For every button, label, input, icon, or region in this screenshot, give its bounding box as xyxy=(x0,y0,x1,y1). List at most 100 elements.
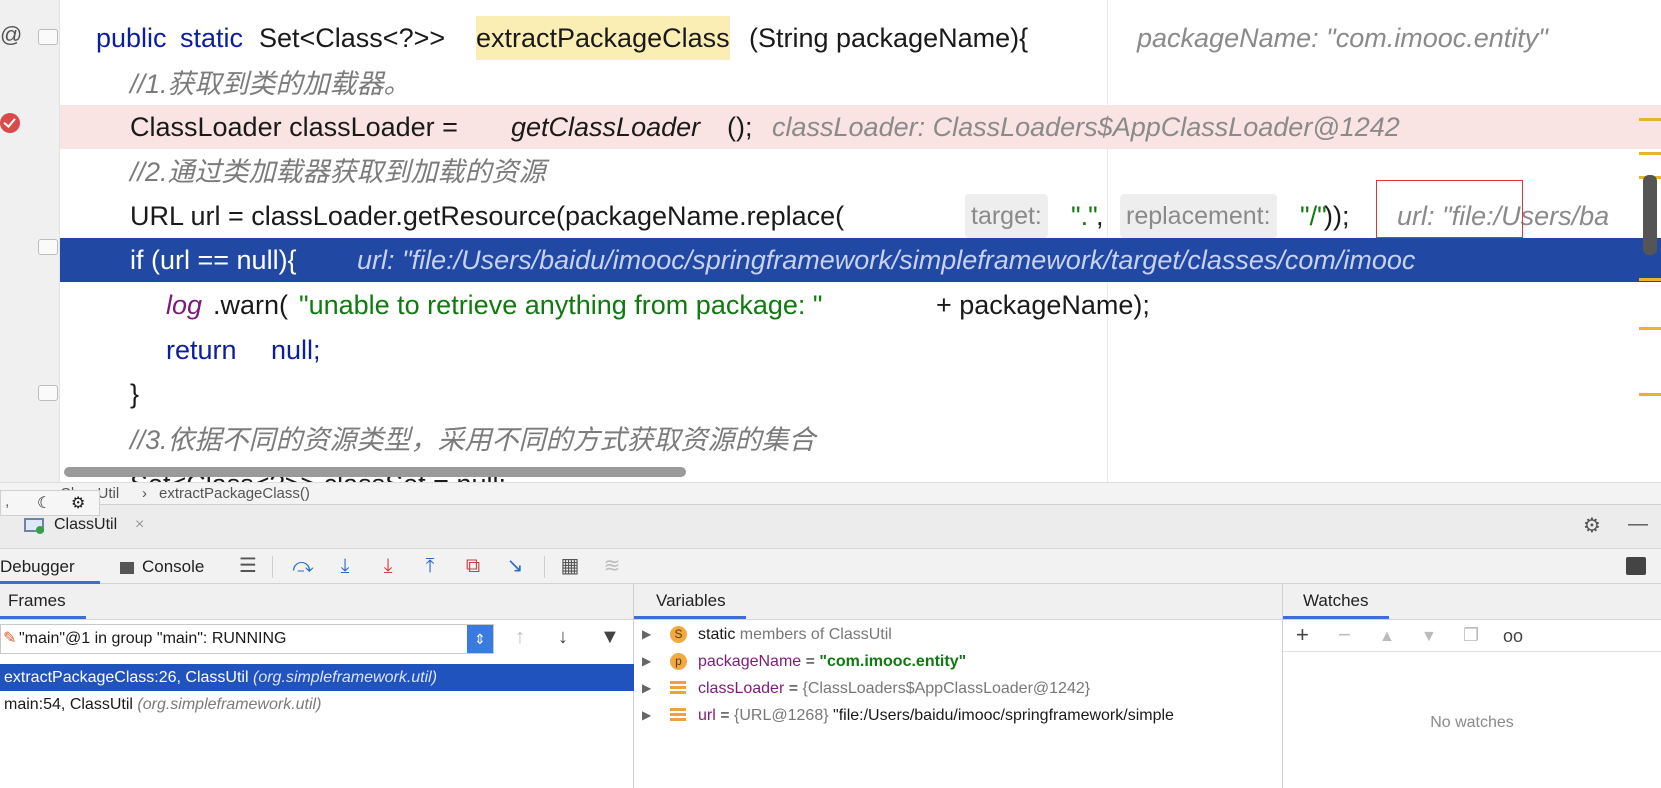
expand-triangle-icon[interactable]: ▶ xyxy=(642,621,651,648)
frame-method: main:54, ClassUtil xyxy=(4,696,133,713)
move-up-icon[interactable]: ▲ xyxy=(1379,628,1395,646)
variable-row[interactable]: ▶ url = {URL@1268} "file:/Users/baidu/im… xyxy=(634,702,1283,729)
moon-icon[interactable]: ☾ xyxy=(37,493,51,513)
variable-row[interactable]: ▶ p packageName = "com.imooc.entity" xyxy=(634,648,1283,675)
run-to-cursor-icon[interactable]: ↘ xyxy=(502,553,528,579)
copy-icon[interactable]: ❐ xyxy=(1463,625,1479,646)
gear-icon[interactable]: ⚙ xyxy=(71,493,85,513)
return-type: Set<Class<?>> xyxy=(259,23,446,53)
code-line-method-signature[interactable]: public static Set<Class<?>> extractPacka… xyxy=(60,16,1661,60)
code-line-current-execution[interactable]: if (url == null){ url: "file:/Users/baid… xyxy=(60,238,1661,282)
filter-icon[interactable]: ▼ xyxy=(600,626,620,649)
keyword: return xyxy=(166,335,237,365)
fold-marker-icon[interactable] xyxy=(38,29,58,45)
variable-text: static members of ClassUtil xyxy=(698,626,892,643)
string-literal: "/" xyxy=(1300,201,1327,231)
debug-toolbar: Debugger Console ☰ ⤼ ⤓ ⤓ ⤒ ⧉ ↘ ▦ ≋ xyxy=(0,548,1661,584)
code-text: + packageName); xyxy=(936,290,1150,320)
inline-debug-value: packageName: "com.imooc.entity" xyxy=(1137,23,1548,53)
inline-debug-value: classLoader: ClassLoaders$AppClassLoader… xyxy=(772,112,1400,142)
error-stripe-mark[interactable] xyxy=(1639,278,1661,281)
run-config-icon xyxy=(24,518,44,534)
code-text: URL url = classLoader.getResource(packag… xyxy=(130,201,845,231)
code-text: )); xyxy=(1324,201,1350,231)
gear-icon[interactable]: ⚙ xyxy=(1583,513,1601,538)
step-over-icon[interactable]: ⤼ xyxy=(290,553,316,579)
variable-text: classLoader = {ClassLoaders$AppClassLoad… xyxy=(698,680,1091,697)
editor-gutter[interactable]: @ xyxy=(0,0,60,482)
glasses-icon[interactable]: oo xyxy=(1503,626,1523,647)
variable-text: packageName = "com.imooc.entity" xyxy=(698,653,967,670)
error-stripe-mark[interactable] xyxy=(1639,118,1661,121)
code-editor[interactable]: @ public static Set<Class<?>> extractPac… xyxy=(0,0,1661,482)
code-text: if (url == null){ xyxy=(130,245,297,275)
evaluate-expression-icon[interactable]: ▦ xyxy=(557,553,583,579)
tab-debugger[interactable]: Debugger xyxy=(0,549,100,584)
code-comment: //2.通过类加载器获取到加载的资源 xyxy=(130,157,546,187)
variable-text: url = {URL@1268} "file:/Users/baidu/imoo… xyxy=(698,707,1174,724)
expand-triangle-icon[interactable]: ▶ xyxy=(642,675,651,702)
variable-row[interactable]: ▶ S static members of ClassUtil xyxy=(634,621,1283,648)
expand-triangle-icon[interactable]: ▶ xyxy=(642,648,651,675)
arrow-down-icon[interactable]: ↓ xyxy=(558,626,568,649)
fold-marker-icon[interactable] xyxy=(38,239,58,255)
code-comment: //3.依据不同的资源类型，采用不同的方式获取资源的集合 xyxy=(130,425,816,455)
frame-item[interactable]: main:54, ClassUtil (org.simpleframework.… xyxy=(0,691,634,718)
vertical-scrollbar[interactable] xyxy=(1643,175,1657,255)
add-icon[interactable]: + xyxy=(1296,622,1309,648)
breadcrumb: ClassUtil › extractPackageClass() xyxy=(0,482,1661,504)
move-down-icon[interactable]: ▼ xyxy=(1421,628,1437,646)
code-line-return[interactable]: return null; xyxy=(60,328,1661,372)
tab-console[interactable]: Console xyxy=(120,549,204,584)
variable-row[interactable]: ▶ classLoader = {ClassLoaders$AppClassLo… xyxy=(634,675,1283,702)
console-icon xyxy=(120,561,134,574)
field-icon xyxy=(670,681,686,695)
annotation-highlight-box xyxy=(1376,180,1523,238)
code-line-close-brace[interactable]: } xyxy=(60,372,1661,416)
code-text: (); xyxy=(727,112,753,142)
variables-panel-title: Variables xyxy=(634,584,746,619)
code-line-comment[interactable]: //1.获取到类的加载器。 xyxy=(60,62,1661,106)
remove-icon[interactable]: − xyxy=(1338,622,1351,648)
menu-icon[interactable]: ☰ xyxy=(235,553,261,579)
arrow-up-icon[interactable]: ↑ xyxy=(515,626,525,649)
frame-item[interactable]: extractPackageClass:26, ClassUtil (org.s… xyxy=(0,664,634,691)
thread-selector[interactable]: ✎ "main"@1 in group "main": RUNNING ⇕ xyxy=(0,624,494,654)
frames-panel-title: Frames xyxy=(0,584,86,619)
toolbar-separator xyxy=(544,556,545,578)
fold-marker-icon[interactable] xyxy=(38,385,58,401)
no-watches-message: No watches xyxy=(1430,714,1514,731)
code-text: } xyxy=(130,379,140,409)
frames-panel-header: Frames xyxy=(0,584,633,620)
step-into-icon[interactable]: ⤓ xyxy=(332,553,358,579)
frames-panel: Frames ✎ "main"@1 in group "main": RUNNI… xyxy=(0,584,634,788)
horizontal-scrollbar[interactable] xyxy=(64,467,686,477)
code-line-log-warn[interactable]: log .warn( "unable to retrieve anything … xyxy=(60,283,1661,327)
parameter-badge-icon: p xyxy=(670,653,687,670)
error-stripe-mark[interactable] xyxy=(1639,327,1661,330)
comma-icon[interactable]: , xyxy=(5,493,9,511)
minimize-icon[interactable]: — xyxy=(1628,513,1648,536)
debug-tool-window-header xyxy=(0,504,1661,548)
watches-panel-header: Watches xyxy=(1283,584,1661,620)
code-line-breakpoint[interactable]: ClassLoader classLoader = getClassLoader… xyxy=(60,105,1661,149)
override-marker-icon[interactable]: @ xyxy=(0,22,22,48)
code-line-comment[interactable]: //3.依据不同的资源类型，采用不同的方式获取资源的集合 xyxy=(60,418,1661,462)
restore-layout-icon[interactable] xyxy=(1626,557,1646,575)
force-step-into-icon[interactable]: ⤓ xyxy=(375,553,401,579)
frame-package: (org.simpleframework.util) xyxy=(137,696,322,713)
close-icon[interactable]: × xyxy=(135,511,144,539)
trace-stream-icon[interactable]: ≋ xyxy=(599,553,625,579)
field-icon xyxy=(670,708,686,722)
toolbar-separator xyxy=(272,556,273,578)
expand-triangle-icon[interactable]: ▶ xyxy=(642,702,651,729)
chevron-updown-icon[interactable]: ⇕ xyxy=(467,625,493,653)
watches-panel-title: Watches xyxy=(1283,584,1389,619)
error-stripe-mark[interactable] xyxy=(1639,152,1661,155)
error-stripe-mark[interactable] xyxy=(1639,393,1661,396)
static-badge-icon: S xyxy=(670,626,687,643)
step-out-icon[interactable]: ⤒ xyxy=(417,553,443,579)
breakpoint-icon[interactable] xyxy=(0,113,20,133)
drop-frame-icon[interactable]: ⧉ xyxy=(460,553,486,579)
breadcrumb-method[interactable]: extractPackageClass() xyxy=(159,483,310,505)
